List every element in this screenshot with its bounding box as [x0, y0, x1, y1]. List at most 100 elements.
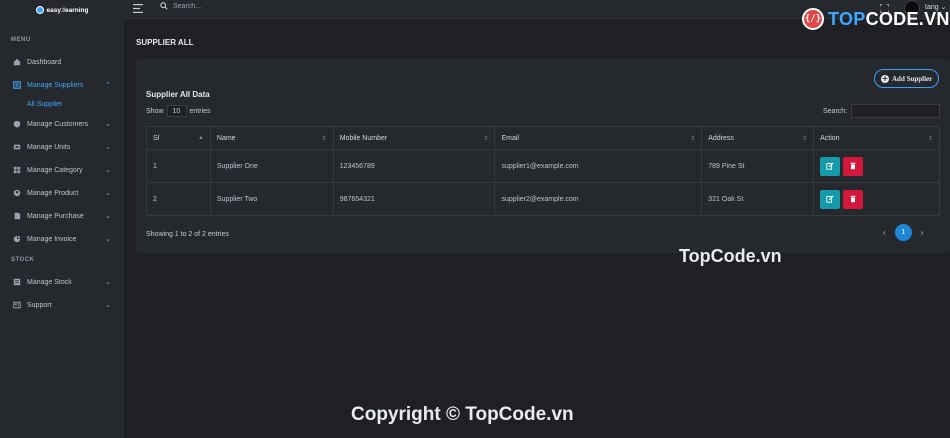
sort-icon: ⇕ [483, 136, 489, 142]
sidebar-item-dashboard[interactable]: Dashboard [0, 54, 124, 70]
cell-action [813, 182, 940, 216]
suppliers-icon [13, 81, 21, 89]
sidebar-item-manage-units[interactable]: Manage Units ⌄ [0, 139, 124, 155]
column-header-address[interactable]: Address ⇕ [701, 126, 815, 150]
watermark-logo-top: TOP [828, 8, 866, 29]
sidebar-item-manage-purchase[interactable]: Manage Purchase ⌄ [0, 208, 124, 224]
header-label: Email [501, 134, 519, 142]
entries-label: entries [189, 107, 211, 115]
chevron-up-icon: ⌃ [105, 82, 111, 89]
cell-address: 789 Pine St [701, 149, 815, 183]
column-header-sl[interactable]: Sl ▲ [146, 126, 211, 150]
table-row: 2 Supplier Two 987654321 supplier2@examp… [146, 182, 940, 216]
sidebar-item-label: Support [27, 301, 52, 309]
sidebar-item-manage-category[interactable]: Manage Category ⌄ [0, 162, 124, 178]
menu-section-title: MENU [11, 37, 31, 43]
sidebar-subitem-all-supplier[interactable]: All Supplier [27, 98, 62, 110]
header-label: Sl [153, 134, 160, 142]
header-label: Address [708, 134, 734, 142]
watermark-logo-rest: CODE.VN [865, 8, 950, 29]
sidebar-item-label: Manage Stock [27, 278, 72, 286]
sidebar-item-label: Manage Invoice [27, 235, 77, 243]
category-icon [13, 166, 21, 174]
edit-button[interactable] [820, 189, 841, 209]
app-logo[interactable]: easy:learning [0, 0, 124, 20]
sidebar-item-manage-suppliers[interactable]: Manage Suppliers ⌃ [0, 77, 124, 93]
table-search: Search: [823, 104, 941, 118]
table-search-input[interactable] [851, 104, 941, 118]
logo-icon [35, 6, 44, 14]
cell-address: 321 Oak St [701, 182, 815, 216]
cell-sl: 1 [146, 149, 211, 183]
cell-name: Supplier Two [209, 182, 334, 216]
cell-sl: 2 [146, 182, 211, 216]
table-search-label: Search: [823, 107, 848, 115]
edit-button[interactable] [820, 156, 841, 176]
plus-circle-icon: + [881, 73, 889, 83]
trash-icon [850, 195, 856, 203]
chevron-down-icon: ⌄ [105, 279, 111, 286]
delete-button[interactable] [843, 156, 864, 176]
sort-asc-icon: ▲ [197, 135, 204, 141]
add-supplier-button[interactable]: + Add Supplier [874, 69, 940, 88]
customers-icon [13, 120, 21, 128]
column-header-name[interactable]: Name ⇕ [209, 126, 334, 150]
pagination: ‹ 1 › [883, 224, 923, 241]
search-icon [160, 2, 168, 10]
sidebar-item-manage-product[interactable]: Manage Product ⌄ [0, 185, 124, 201]
home-icon [13, 58, 21, 66]
chevron-down-icon: ⌄ [105, 121, 111, 128]
cell-action [813, 149, 940, 183]
search-input[interactable] [173, 2, 293, 10]
prev-page-icon[interactable]: ‹ [883, 228, 886, 237]
sidebar-item-manage-invoice[interactable]: Manage Invoice ⌄ [0, 231, 124, 247]
page-button[interactable]: 1 [894, 224, 912, 241]
chevron-down-icon: ⌄ [105, 144, 111, 151]
cell-mobile: 987654321 [332, 182, 496, 216]
column-header-action[interactable]: Action ⇕ [813, 126, 940, 150]
delete-button[interactable] [843, 189, 864, 209]
support-icon [13, 301, 21, 309]
edit-icon [826, 162, 834, 170]
sort-icon: ⇕ [802, 136, 808, 142]
supplier-table: Sl ▲ Name ⇕ Mobile Number ⇕ Email ⇕ Address ⇕… [146, 126, 940, 216]
logo-text: easy:learning [46, 6, 89, 14]
sort-icon: ⇕ [690, 136, 696, 142]
stock-icon [13, 278, 21, 286]
stock-section-title: STOCK [11, 257, 35, 263]
sidebar-item-label: Manage Product [27, 189, 79, 197]
next-page-icon[interactable]: › [921, 228, 924, 237]
topbar-search [160, 2, 293, 10]
show-entries: Show 10 entries [146, 105, 211, 117]
sidebar-item-manage-stock[interactable]: Manage Stock ⌄ [0, 274, 124, 290]
card-title: Supplier All Data [146, 90, 210, 99]
copyright-watermark: Copyright © TopCode.vn [351, 404, 574, 425]
chevron-down-icon: ⌄ [105, 190, 111, 197]
column-header-mobile[interactable]: Mobile Number ⇕ [332, 126, 496, 150]
watermark-logo-text: TOPCODE.VN [828, 9, 950, 30]
sidebar-item-label: Manage Customers [27, 120, 89, 128]
watermark-logo: {/} TOPCODE.VN [802, 8, 950, 30]
cell-email: supplier2@example.com [494, 182, 703, 216]
page-title: SUPPLIER ALL [136, 38, 194, 47]
sort-icon: ⇕ [927, 136, 933, 142]
sort-icon: ⇕ [321, 136, 327, 142]
topcode-logo-icon: {/} [802, 8, 824, 30]
add-supplier-label: Add Supplier [892, 74, 933, 83]
sidebar-item-manage-customers[interactable]: Manage Customers ⌄ [0, 116, 124, 132]
product-icon [13, 189, 21, 197]
sidebar: easy:learning MENU Dashboard Manage Supp… [0, 0, 124, 438]
table-row: 1 Supplier One 123456789 supplier1@examp… [146, 149, 940, 183]
menu-toggle-icon[interactable] [133, 4, 143, 13]
trash-icon [850, 162, 856, 170]
sidebar-item-support[interactable]: Support ⌄ [0, 297, 124, 313]
chevron-down-icon: ⌄ [105, 302, 111, 309]
edit-icon [826, 195, 834, 203]
entries-select[interactable]: 10 [166, 105, 187, 117]
chevron-down-icon: ⌄ [105, 167, 111, 174]
chevron-down-icon: ⌄ [105, 213, 111, 220]
column-header-email[interactable]: Email ⇕ [494, 126, 703, 150]
sidebar-item-label: Manage Suppliers [27, 81, 84, 89]
sidebar-item-label: Manage Category [27, 166, 83, 174]
header-label: Mobile Number [339, 134, 388, 142]
